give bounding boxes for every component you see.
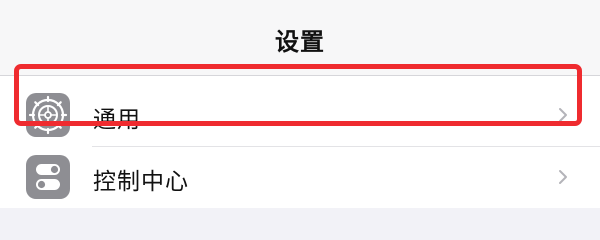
divider <box>92 146 600 147</box>
gear-icon <box>26 93 70 137</box>
chevron-right-icon <box>559 108 567 122</box>
settings-item-label: 控制中心 <box>93 169 189 195</box>
page-title: 设置 <box>275 28 325 56</box>
settings-list: 通用 控制中心 <box>0 76 600 208</box>
settings-item-control-center[interactable]: 控制中心 <box>0 148 600 208</box>
control-center-icon <box>26 155 70 199</box>
settings-item-general[interactable]: 通用 <box>0 86 600 146</box>
settings-item-label: 通用 <box>93 107 141 133</box>
navigation-bar: 设置 <box>0 0 600 76</box>
chevron-right-icon <box>559 170 567 184</box>
